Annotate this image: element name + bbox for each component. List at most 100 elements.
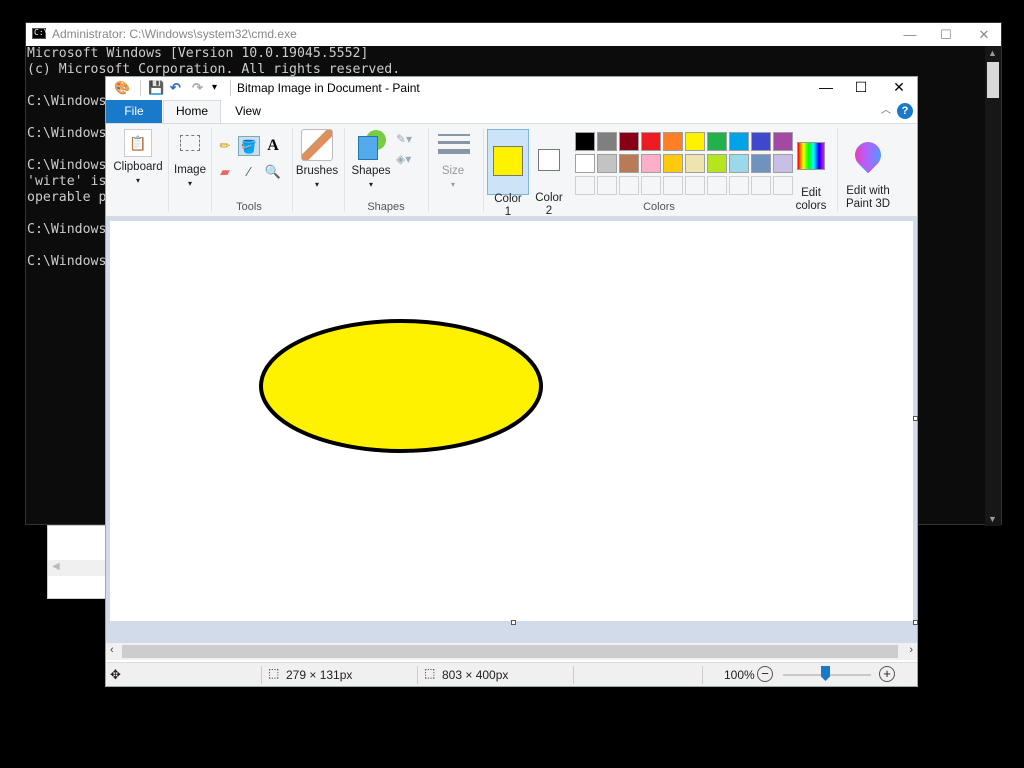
chevron-down-icon: ▾	[187, 179, 192, 188]
edit-paint3d-label: Edit with Paint 3D	[845, 185, 891, 210]
palette-swatch[interactable]	[619, 154, 639, 173]
palette-swatch[interactable]	[663, 176, 683, 195]
palette-swatch[interactable]	[663, 154, 683, 173]
palette-swatch[interactable]	[751, 132, 771, 151]
customize-quick-access-icon[interactable]: ▾	[212, 82, 217, 93]
undo-icon[interactable]: ↶	[170, 80, 181, 96]
cmd-title-bar[interactable]: Administrator: C:\Windows\system32\cmd.e…	[26, 23, 1001, 46]
zoom-out-icon[interactable]: −	[757, 666, 773, 682]
magnifier-icon[interactable]: 🔍	[262, 162, 284, 182]
ribbon: 📋 Clipboard ▾ Image ▾ ✏ 🪣 A ▰ ⁄ 🔍 Tools …	[106, 123, 917, 218]
color2-swatch	[538, 149, 560, 171]
fill-icon[interactable]: 🪣	[238, 136, 260, 156]
edit-colors-button[interactable]: Edit colors	[791, 129, 831, 212]
canvas-drawing	[259, 319, 543, 453]
color2-button[interactable]: Color 2	[530, 129, 568, 217]
maximize-icon[interactable]: ☐	[843, 77, 879, 99]
palette-swatch[interactable]	[597, 176, 617, 195]
palette-swatch[interactable]	[729, 154, 749, 173]
chevron-down-icon: ▾	[314, 180, 319, 189]
palette-swatch[interactable]	[685, 154, 705, 173]
palette-swatch[interactable]	[641, 132, 661, 151]
select-icon	[180, 135, 200, 151]
paint-title-bar[interactable]: 🎨 💾 ↶ ↷ ▾ Bitmap Image in Document - Pai…	[106, 77, 917, 99]
scroll-down-icon[interactable]: ▼	[988, 514, 997, 524]
palette-swatch[interactable]	[619, 176, 639, 195]
palette-swatch[interactable]	[751, 176, 771, 195]
palette-swatch[interactable]	[729, 176, 749, 195]
palette-swatch[interactable]	[663, 132, 683, 151]
color1-button[interactable]: Color 1	[487, 129, 529, 218]
maximize-icon[interactable]: ☐	[928, 23, 964, 46]
palette-swatch[interactable]	[707, 176, 727, 195]
chevron-up-icon[interactable]: ︿	[881, 101, 891, 116]
redo-icon[interactable]: ↷	[192, 80, 203, 96]
fill-options-icon[interactable]: ◈▾	[396, 152, 411, 166]
palette-swatch[interactable]	[773, 176, 793, 195]
palette-swatch[interactable]	[773, 132, 793, 151]
palette-swatch[interactable]	[641, 176, 661, 195]
scroll-up-icon[interactable]: ▲	[988, 48, 997, 58]
palette-swatch[interactable]	[641, 154, 661, 173]
tab-file[interactable]: File	[106, 100, 162, 123]
color-picker-icon[interactable]: ⁄	[238, 162, 260, 182]
palette-swatch[interactable]	[707, 132, 727, 151]
chevron-left-icon[interactable]: ‹	[110, 644, 114, 656]
zoom-slider-thumb[interactable]	[821, 666, 830, 681]
eraser-icon[interactable]: ▰	[214, 162, 236, 182]
scroll-thumb[interactable]	[987, 62, 999, 98]
divider	[483, 128, 484, 212]
canvas-resize-handle[interactable]	[913, 620, 918, 625]
minimize-icon[interactable]: —	[892, 23, 928, 46]
divider	[261, 666, 262, 684]
brushes-button[interactable]: Brushes ▾	[294, 129, 340, 191]
pencil-icon[interactable]: ✏	[214, 136, 236, 156]
image-button[interactable]: Image ▾	[170, 129, 210, 191]
palette-swatch[interactable]	[597, 132, 617, 151]
palette-swatch[interactable]	[685, 176, 705, 195]
size-icon	[437, 129, 470, 161]
drawing-canvas[interactable]	[110, 221, 913, 621]
selection-size: 279 × 131px	[286, 668, 353, 682]
canvas-resize-handle[interactable]	[913, 416, 918, 421]
paint-window: 🎨 💾 ↶ ↷ ▾ Bitmap Image in Document - Pai…	[105, 76, 918, 687]
zoom-in-icon[interactable]: +	[879, 666, 895, 682]
help-icon[interactable]: ?	[897, 103, 913, 119]
color1-swatch	[493, 146, 523, 176]
paint-app-icon: 🎨	[114, 80, 131, 95]
palette-swatch[interactable]	[597, 154, 617, 173]
cmd-scrollbar[interactable]: ▲ ▼	[985, 46, 1001, 526]
size-button[interactable]: Size ▾	[432, 129, 474, 191]
palette-swatch[interactable]	[773, 154, 793, 173]
selection-size-icon: ⬚	[268, 666, 280, 680]
palette-swatch[interactable]	[751, 154, 771, 173]
canvas-resize-handle[interactable]	[511, 620, 516, 625]
palette-swatch[interactable]	[729, 132, 749, 151]
yellow-ellipse[interactable]	[259, 319, 543, 453]
close-icon[interactable]: ✕	[881, 77, 917, 99]
horizontal-scrollbar[interactable]: ‹ ›	[106, 643, 917, 660]
palette-swatch[interactable]	[685, 132, 705, 151]
palette-swatch[interactable]	[575, 176, 595, 195]
palette-swatch[interactable]	[575, 154, 595, 173]
scroll-thumb[interactable]	[122, 645, 898, 658]
edit-paint3d-button[interactable]: Edit with Paint 3D	[840, 129, 896, 210]
divider	[702, 666, 703, 684]
tab-view[interactable]: View	[226, 100, 270, 123]
canvas-size-icon: ⬚	[424, 666, 436, 680]
image-label: Image	[174, 164, 206, 176]
text-icon[interactable]: A	[262, 136, 284, 156]
palette-swatch[interactable]	[619, 132, 639, 151]
tab-home[interactable]: Home	[163, 100, 221, 123]
divider	[140, 80, 141, 96]
outline-icon[interactable]: ✎▾	[396, 132, 412, 146]
palette-swatch[interactable]	[575, 132, 595, 151]
close-icon[interactable]: ✕	[966, 23, 1002, 46]
ribbon-tabs: File Home View ︿ ?	[106, 99, 917, 123]
chevron-right-icon[interactable]: ›	[909, 644, 913, 656]
shapes-button[interactable]: Shapes ▾	[348, 129, 394, 191]
save-icon[interactable]: 💾	[148, 80, 164, 96]
minimize-icon[interactable]: —	[808, 77, 844, 99]
palette-swatch[interactable]	[707, 154, 727, 173]
clipboard-button[interactable]: 📋 Clipboard ▾	[111, 129, 165, 191]
